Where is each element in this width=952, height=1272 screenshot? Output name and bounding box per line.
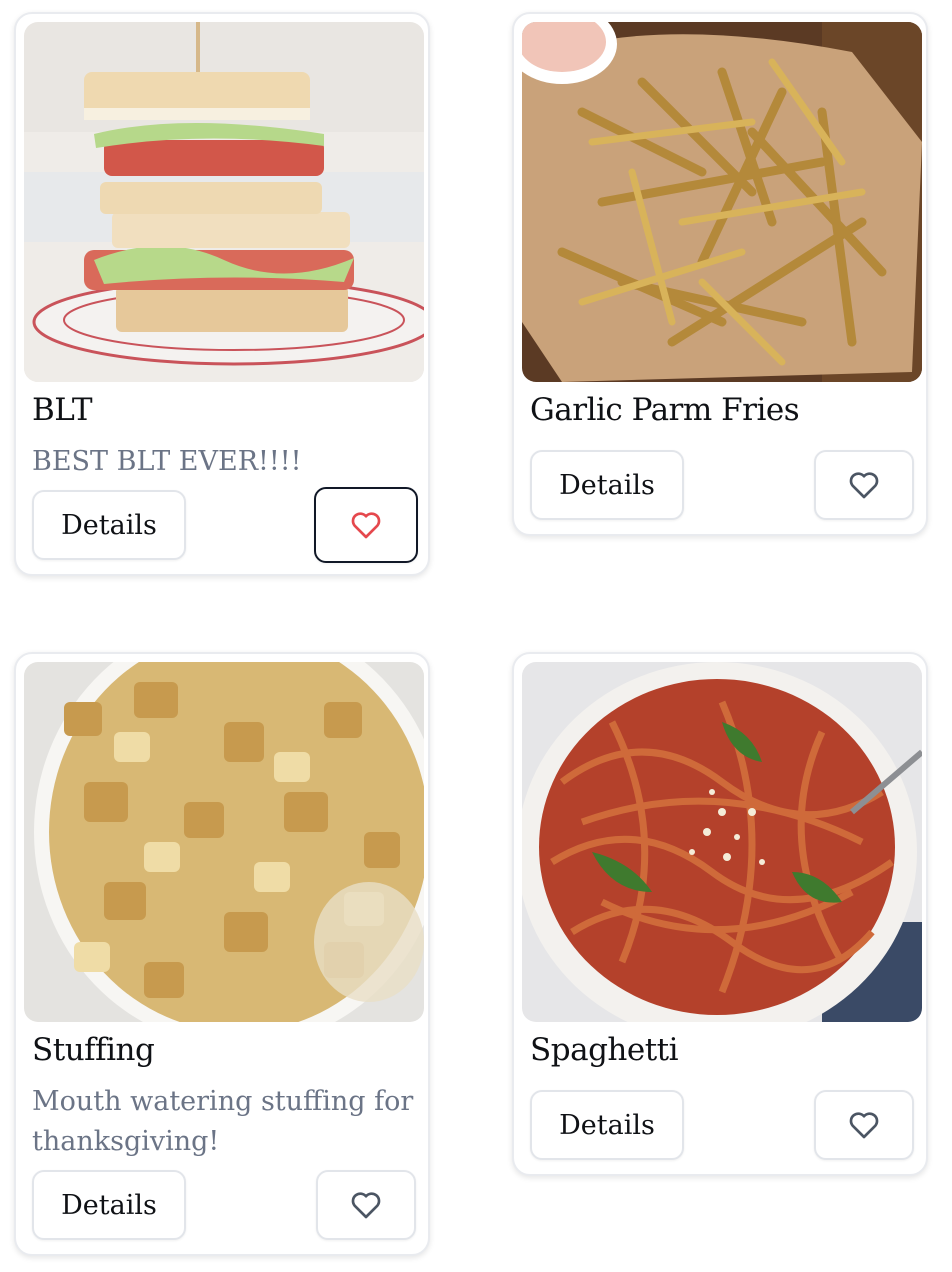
recipe-photo-blt (24, 22, 424, 382)
heart-icon (351, 1192, 381, 1219)
recipe-card-garlic-parm-fries: Garlic Parm Fries Details (512, 12, 928, 536)
recipe-title: Stuffing (32, 1032, 155, 1068)
heart-icon (849, 1112, 879, 1139)
favorite-button[interactable] (814, 1090, 914, 1160)
favorite-button[interactable] (314, 487, 418, 563)
heart-icon (351, 512, 381, 539)
details-button[interactable]: Details (530, 1090, 684, 1160)
recipe-card-spaghetti: Spaghetti Details (512, 652, 928, 1176)
recipe-description: BEST BLT EVER!!!! (32, 446, 302, 477)
recipe-card-stuffing: Stuffing Mouth watering stuffing for tha… (14, 652, 430, 1256)
details-button[interactable]: Details (32, 490, 186, 560)
details-button[interactable]: Details (32, 1170, 186, 1240)
favorite-button[interactable] (316, 1170, 416, 1240)
heart-icon (849, 472, 879, 499)
details-button[interactable]: Details (530, 450, 684, 520)
recipe-card-blt: BLT BEST BLT EVER!!!! Details (14, 12, 430, 576)
recipe-title: BLT (32, 392, 93, 428)
recipe-title: Garlic Parm Fries (530, 392, 800, 428)
recipe-description: Mouth watering stuffing for thanksgiving… (32, 1086, 414, 1157)
favorite-button[interactable] (814, 450, 914, 520)
recipe-photo-spaghetti (522, 662, 922, 1022)
recipe-photo-fries (522, 22, 922, 382)
recipe-photo-stuffing (24, 662, 424, 1022)
recipe-title: Spaghetti (530, 1032, 679, 1068)
